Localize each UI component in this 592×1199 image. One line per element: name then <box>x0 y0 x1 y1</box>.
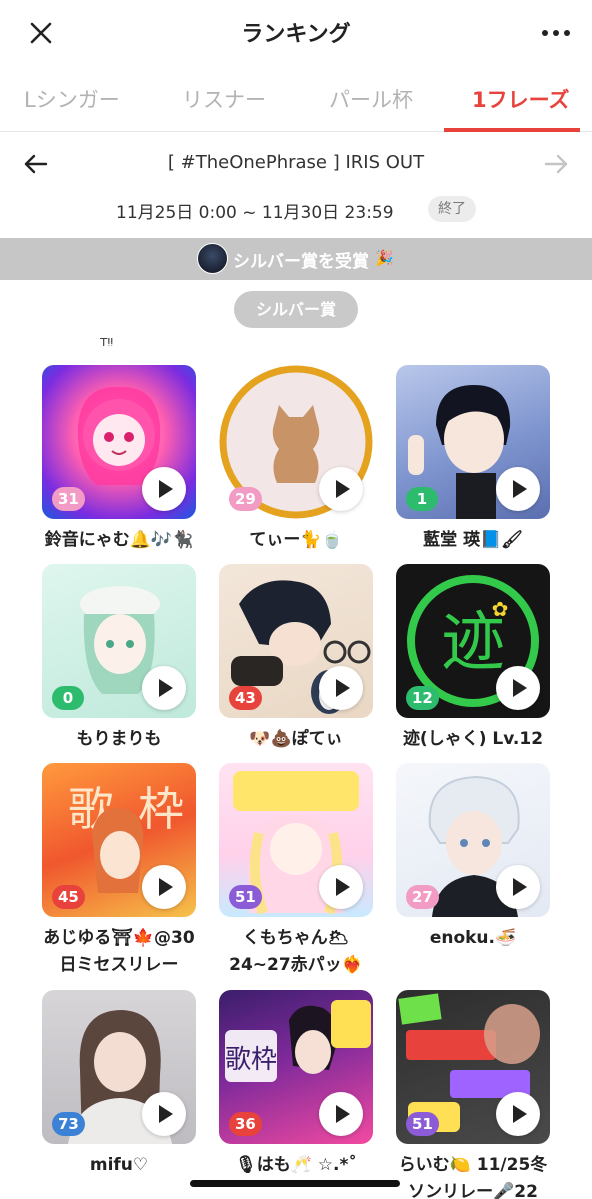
rank-badge: 73 <box>52 1112 85 1136</box>
rank-badge: 51 <box>406 1112 439 1136</box>
rank-badge: 31 <box>52 487 85 511</box>
play-button[interactable] <box>496 666 540 710</box>
entry-thumbnail[interactable]: 43 <box>219 564 373 718</box>
entry-thumbnail[interactable]: 1 <box>396 365 550 519</box>
rank-badge: 29 <box>229 487 262 511</box>
entry-name: あじゆる⛩🍁@30 日ミセスリレー <box>43 928 195 975</box>
rank-badge: 12 <box>406 686 439 710</box>
entry-card[interactable]: 73 mifu♡ <box>42 990 196 1179</box>
entry-card[interactable]: 31 鈴音にゃむ🔔🎶🐈‍⬛ <box>42 365 196 554</box>
svg-text:歌枠: 歌枠 <box>225 1045 277 1075</box>
rank-badge: 36 <box>229 1112 262 1136</box>
play-button[interactable] <box>142 865 186 909</box>
play-button[interactable] <box>142 1092 186 1136</box>
entry-name: てぃー🐈🍵 <box>249 530 343 550</box>
entry-card[interactable]: 51 くもちゃん🌥 24~27赤パッ❤‍🔥 <box>219 763 373 979</box>
play-button[interactable] <box>319 1092 363 1136</box>
play-button[interactable] <box>496 865 540 909</box>
home-indicator <box>190 1180 400 1187</box>
rank-badge: 45 <box>52 885 85 909</box>
entry-name: くもちゃん🌥 24~27赤パッ❤‍🔥 <box>229 928 363 975</box>
entry-card[interactable]: 43 🐶💩ぽてぃ <box>219 564 373 753</box>
entry-name: 🐶💩ぽてぃ <box>249 729 343 749</box>
rank-badge: 43 <box>229 686 262 710</box>
entry-card[interactable]: 29 てぃー🐈🍵 <box>219 365 373 554</box>
entry-thumbnail[interactable]: 73 <box>42 990 196 1144</box>
rank-badge: 1 <box>406 487 438 511</box>
entry-name: 迹(しゃく) Lv.12 <box>402 729 544 749</box>
play-button[interactable] <box>142 666 186 710</box>
rank-badge: 0 <box>52 686 84 710</box>
entry-thumbnail[interactable]: 歌枠 36 <box>219 990 373 1144</box>
entry-card[interactable]: 51 らいむ🍋 11/25冬 ソンリレー🎤22 <box>396 990 550 1199</box>
entry-name: 藍堂 瑛📘🖌 <box>423 530 523 550</box>
entry-thumbnail[interactable]: 29 <box>219 365 373 519</box>
play-button[interactable] <box>496 1092 540 1136</box>
entry-card[interactable]: 歌 枠 45 あじゆる⛩🍁@30 日ミセスリレー <box>42 763 196 979</box>
entry-grid: 31 鈴音にゃむ🔔🎶🐈‍⬛ 29 てぃー🐈🍵 1 <box>0 0 592 1199</box>
entry-card[interactable]: 27 enoku.🍜 <box>396 763 550 952</box>
entry-name: 🎙はも🥂 ☆.*˚ <box>235 1155 357 1175</box>
rank-badge: 27 <box>406 885 439 909</box>
entry-name: 鈴音にゃむ🔔🎶🐈‍⬛ <box>44 530 194 550</box>
entry-thumbnail[interactable]: 51 <box>396 990 550 1144</box>
svg-text:枠: 枠 <box>138 782 184 836</box>
entry-card[interactable]: 歌枠 36 🎙はも🥂 ☆.*˚ <box>219 990 373 1179</box>
entry-name: mifu♡ <box>89 1155 149 1175</box>
play-button[interactable] <box>496 467 540 511</box>
entry-name: もりまりも <box>76 729 162 749</box>
play-button[interactable] <box>319 666 363 710</box>
play-button[interactable] <box>142 467 186 511</box>
entry-thumbnail[interactable]: 31 <box>42 365 196 519</box>
rank-badge: 51 <box>229 885 262 909</box>
entry-thumbnail[interactable]: 51 <box>219 763 373 917</box>
entry-card[interactable]: 0 もりまりも <box>42 564 196 753</box>
entry-name: enoku.🍜 <box>429 928 517 948</box>
entry-name: らいむ🍋 11/25冬 ソンリレー🎤22 <box>398 1155 548 1199</box>
play-button[interactable] <box>319 865 363 909</box>
entry-thumbnail[interactable]: 歌 枠 45 <box>42 763 196 917</box>
entry-card[interactable]: 迹 ✿ 12 迹(しゃく) Lv.12 <box>396 564 550 753</box>
entry-thumbnail[interactable]: 迹 ✿ 12 <box>396 564 550 718</box>
entry-thumbnail[interactable]: 0 <box>42 564 196 718</box>
entry-thumbnail[interactable]: 27 <box>396 763 550 917</box>
entry-card[interactable]: 1 藍堂 瑛📘🖌 <box>396 365 550 554</box>
svg-text:✿: ✿ <box>492 597 509 621</box>
play-button[interactable] <box>319 467 363 511</box>
